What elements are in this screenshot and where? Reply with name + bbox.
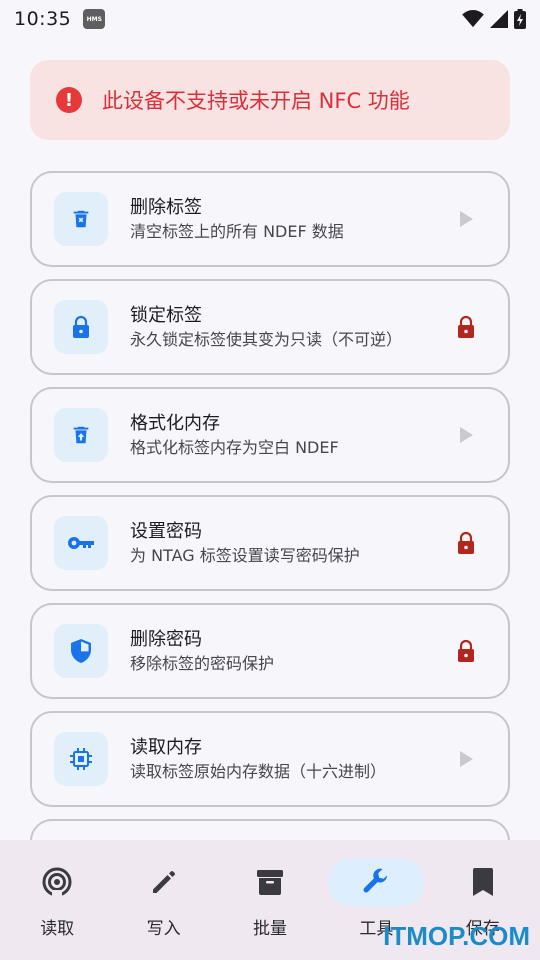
- nfc-warning-banner: ! 此设备不支持或未开启 NFC 功能: [30, 60, 510, 140]
- nfc-icon: [42, 867, 72, 898]
- tool-title: 删除密码: [130, 628, 202, 650]
- wrench-icon: [363, 868, 389, 893]
- hms-badge-icon: HMS: [83, 9, 106, 29]
- tool-desc: 格式化标签内存为空白 NDEF: [130, 437, 339, 457]
- status-icons: [462, 9, 526, 29]
- tool-title: 锁定标签: [130, 304, 202, 326]
- tool-card-format-memory[interactable]: 格式化内存 格式化标签内存为空白 NDEF: [30, 387, 510, 483]
- battery-charging-icon: [514, 9, 526, 29]
- tool-desc: 清空标签上的所有 NDEF 数据: [130, 221, 344, 241]
- lock-icon: [73, 315, 89, 338]
- error-icon: !: [56, 87, 82, 113]
- bookmark-icon: [472, 868, 493, 896]
- lock-icon: [458, 639, 474, 662]
- play-arrow-icon: [460, 751, 473, 767]
- tool-title: 格式化内存: [130, 412, 220, 434]
- play-arrow-icon: [460, 211, 473, 227]
- tool-card-lock-tag[interactable]: 锁定标签 永久锁定标签使其变为只读（不可逆）: [30, 279, 510, 375]
- watermark-text: ITMOP.COM: [383, 921, 530, 951]
- archive-icon: [256, 870, 283, 895]
- pencil-icon: [152, 871, 175, 893]
- tool-desc: 移除标签的密码保护: [130, 653, 275, 673]
- nav-item-write[interactable]: 写入: [112, 840, 216, 960]
- tool-title: 设置密码: [130, 520, 202, 542]
- tool-title: 读取内存: [130, 736, 202, 758]
- tool-desc: 读取标签原始内存数据（十六进制）: [130, 761, 387, 781]
- delete-upload-icon: [73, 426, 89, 444]
- nav-item-batch[interactable]: 批量: [218, 840, 322, 960]
- tool-card-set-password[interactable]: 设置密码 为 NTAG 标签设置读写密码保护: [30, 495, 510, 591]
- tool-title: 删除标签: [130, 196, 202, 218]
- shield-icon: [71, 639, 91, 663]
- nav-label: 读取: [40, 919, 75, 939]
- lock-icon: [458, 531, 474, 554]
- banner-text: 此设备不支持或未开启 NFC 功能: [102, 89, 410, 113]
- status-bar: 10:35 HMS: [0, 0, 540, 38]
- nav-item-read[interactable]: 读取: [5, 840, 109, 960]
- tool-card-delete-tag[interactable]: 删除标签 清空标签上的所有 NDEF 数据: [30, 171, 510, 267]
- status-time: 10:35: [14, 8, 72, 30]
- key-icon: [68, 537, 94, 549]
- nav-label: 写入: [146, 919, 181, 939]
- tool-list: 删除标签 清空标签上的所有 NDEF 数据 锁定标签 永久锁定标签使其变为只读（…: [30, 171, 510, 927]
- chip-icon: [70, 748, 92, 770]
- signal-icon: [490, 10, 508, 28]
- tool-desc: 永久锁定标签使其变为只读（不可逆）: [130, 329, 403, 349]
- lock-icon: [458, 315, 474, 338]
- delete-x-icon: [73, 210, 89, 228]
- tool-card-remove-password[interactable]: 删除密码 移除标签的密码保护: [30, 603, 510, 699]
- tool-card-read-memory[interactable]: 读取内存 读取标签原始内存数据（十六进制）: [30, 711, 510, 807]
- wifi-icon: [462, 10, 484, 28]
- tool-desc: 为 NTAG 标签设置读写密码保护: [130, 545, 360, 565]
- play-arrow-icon: [460, 427, 473, 443]
- nav-label: 批量: [252, 919, 287, 939]
